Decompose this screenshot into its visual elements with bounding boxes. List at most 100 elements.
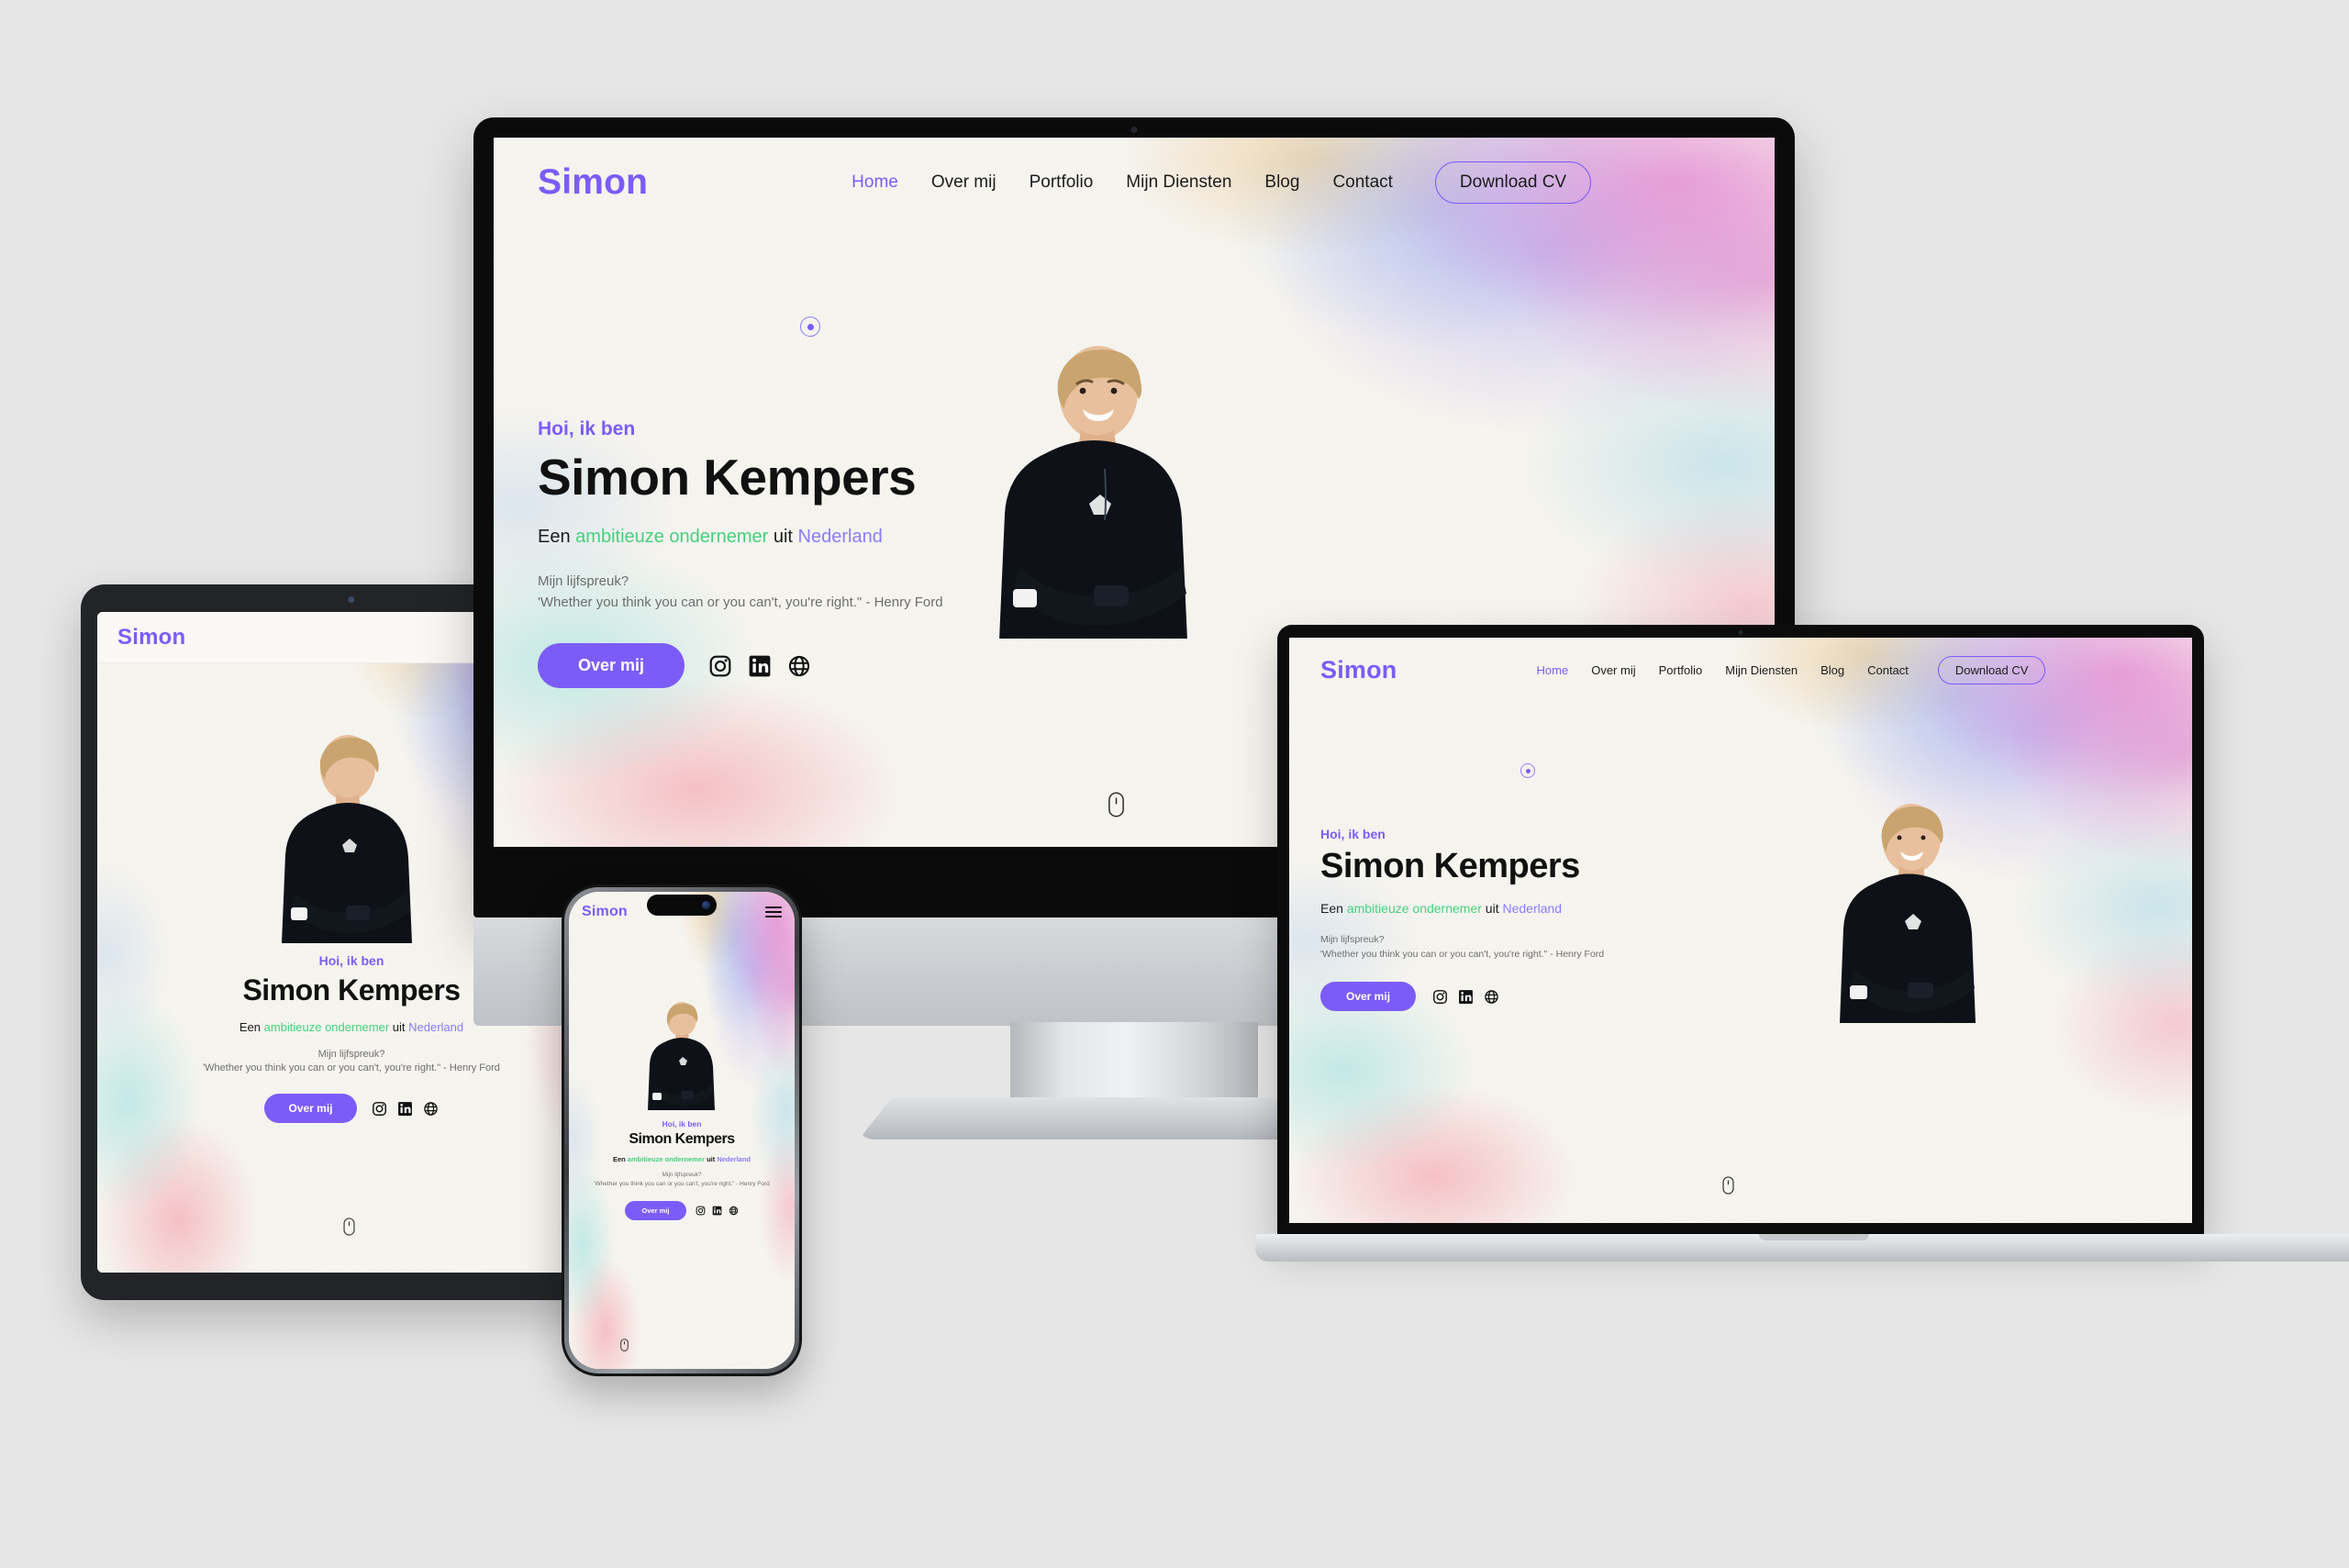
download-cv-button[interactable]: Download CV [1937, 656, 2046, 684]
phone-cta-row: Over mij [576, 1200, 787, 1220]
macbook-cta-row: Over mij [1320, 982, 1752, 1011]
nav-item-portfolio[interactable]: Portfolio [1659, 663, 1703, 677]
download-cv-button[interactable]: Download CV [1434, 161, 1592, 204]
nav-item-home[interactable]: Home [852, 172, 898, 193]
website-globe-icon[interactable] [423, 1101, 439, 1117]
hero-quote-label: Mijn lijfspreuk? [538, 573, 629, 589]
linkedin-icon[interactable] [1458, 989, 1474, 1005]
subline-prefix: Een [538, 527, 576, 547]
imac-camera [1130, 127, 1138, 133]
instagram-icon[interactable] [1432, 989, 1448, 1005]
tablet-logo[interactable]: Simon [117, 625, 185, 651]
scroll-mouse-icon[interactable] [620, 1339, 629, 1351]
subline-prefix: Een [612, 1155, 628, 1163]
macbook-notch [1759, 1234, 1869, 1240]
subline-role: ambitieuze ondernemer [263, 1020, 390, 1034]
nav-links: Home Over mij Portfolio Mijn Diensten Bl… [1537, 656, 2046, 684]
subline-country: Nederland [1502, 901, 1563, 916]
nav-item-blog[interactable]: Blog [1264, 172, 1299, 193]
mockup-canvas: Simon Hoi, ik ben Simon Kempers Een ambi… [0, 0, 2349, 1568]
social-links [372, 1101, 439, 1117]
phone-logo[interactable]: Simon [582, 904, 628, 920]
social-links [708, 654, 811, 678]
social-links [696, 1206, 739, 1216]
imac-navbar: Simon Home Over mij Portfolio Mijn Diens… [494, 138, 1775, 204]
macbook-camera [1738, 630, 1743, 635]
nav-links: Home Over mij Portfolio Mijn Diensten Bl… [852, 161, 1592, 204]
nav-item-contact[interactable]: Contact [1867, 663, 1909, 677]
nav-item-over-mij[interactable]: Over mij [931, 172, 996, 193]
scroll-mouse-icon[interactable] [1722, 1176, 1734, 1195]
over-mij-button[interactable]: Over mij [538, 643, 685, 688]
over-mij-button[interactable]: Over mij [264, 1094, 357, 1123]
imac-stand-neck [1010, 1022, 1258, 1110]
subline-role: ambitieuze ondernemer [575, 527, 769, 547]
cursor-dot-icon [800, 317, 820, 337]
hero-headline: Simon Kempers [1320, 847, 1580, 885]
scroll-mouse-icon[interactable] [1108, 792, 1125, 817]
hamburger-icon[interactable] [765, 906, 782, 917]
hero-eyebrow: Hoi, ik ben [1320, 827, 1386, 841]
device-phone: Simon Hoi, ik ben Simon Kempers Een ambi… [562, 884, 802, 1376]
subline-middle: uit [1481, 901, 1503, 916]
subline-middle: uit [768, 527, 798, 547]
phone-hero-text: Hoi, ik ben Simon Kempers Een ambitieuze… [569, 1119, 795, 1220]
over-mij-button[interactable]: Over mij [1320, 982, 1417, 1011]
scroll-mouse-icon[interactable] [343, 1218, 355, 1236]
over-mij-button[interactable]: Over mij [625, 1200, 686, 1220]
imac-hero-text: Hoi, ik ben Simon Kempers Een ambitieuze… [538, 418, 1107, 688]
instagram-icon[interactable] [708, 654, 732, 678]
linkedin-icon[interactable] [748, 654, 772, 678]
subline-role: ambitieuze ondernemer [1346, 901, 1482, 916]
website-globe-icon[interactable] [1484, 989, 1499, 1005]
hero-subline: Een ambitieuze ondernemer uit Nederland [576, 1155, 787, 1163]
hero-quote-label: Mijn lijfspreuk? [1320, 934, 1385, 945]
website-globe-icon[interactable] [729, 1206, 739, 1216]
nav-item-portfolio[interactable]: Portfolio [1030, 172, 1094, 193]
hero-quote-text: 'Whether you think you can or you can't,… [538, 595, 943, 610]
phone-portrait [636, 998, 731, 1110]
nav-item-contact[interactable]: Contact [1332, 172, 1392, 193]
device-macbook: Simon Home Over mij Portfolio Mijn Diens… [1255, 625, 2349, 1304]
subline-prefix: Een [1320, 901, 1347, 916]
nav-item-home[interactable]: Home [1537, 663, 1569, 677]
phone-site: Simon Hoi, ik ben Simon Kempers Een ambi… [569, 892, 795, 1369]
phone-screen: Simon Hoi, ik ben Simon Kempers Een ambi… [569, 892, 795, 1369]
website-globe-icon[interactable] [787, 654, 811, 678]
hero-headline: Simon Kempers [538, 449, 917, 506]
cursor-dot-icon [1520, 763, 1535, 778]
nav-item-mijn-diensten[interactable]: Mijn Diensten [1725, 663, 1798, 677]
nav-item-blog[interactable]: Blog [1820, 663, 1844, 677]
subline-role: ambitieuze ondernemer [627, 1155, 705, 1163]
linkedin-icon[interactable] [712, 1206, 722, 1216]
macbook-site: Simon Home Over mij Portfolio Mijn Diens… [1289, 638, 2192, 1223]
instagram-icon[interactable] [372, 1101, 387, 1117]
linkedin-icon[interactable] [397, 1101, 413, 1117]
instagram-icon[interactable] [696, 1206, 706, 1216]
hero-quote-label: Mijn lijfspreuk? [662, 1172, 702, 1178]
phone-dynamic-island [647, 895, 717, 916]
subline-country: Nederland [408, 1020, 464, 1034]
subline-middle: uit [705, 1155, 718, 1163]
subline-middle: uit [389, 1020, 409, 1034]
site-logo[interactable]: Simon [538, 162, 648, 203]
nav-item-over-mij[interactable]: Over mij [1591, 663, 1635, 677]
hero-subline: Een ambitieuze ondernemer uit Nederland [538, 527, 1107, 548]
tablet-camera [348, 596, 355, 603]
social-links [1432, 989, 1499, 1005]
imac-cta-row: Over mij [538, 643, 1107, 688]
tablet-portrait [258, 728, 446, 943]
hero-subline: Een ambitieuze ondernemer uit Nederland [1320, 901, 1752, 916]
macbook-portrait [1817, 795, 2015, 1023]
macbook-screen: Simon Home Over mij Portfolio Mijn Diens… [1289, 638, 2192, 1223]
subline-country: Nederland [797, 527, 883, 547]
site-logo[interactable]: Simon [1320, 656, 1397, 684]
macbook-navbar: Simon Home Over mij Portfolio Mijn Diens… [1289, 638, 2192, 684]
hero-headline: Simon Kempers [629, 1131, 735, 1147]
hero-eyebrow: Hoi, ik ben [538, 418, 636, 439]
subline-country: Nederland [717, 1155, 751, 1163]
hero-quote-text: 'Whether you think you can or you can't,… [594, 1181, 770, 1187]
macbook-bezel: Simon Home Over mij Portfolio Mijn Diens… [1277, 625, 2204, 1236]
nav-item-mijn-diensten[interactable]: Mijn Diensten [1126, 172, 1231, 193]
hero-quote-text: 'Whether you think you can or you can't,… [1320, 949, 1605, 960]
